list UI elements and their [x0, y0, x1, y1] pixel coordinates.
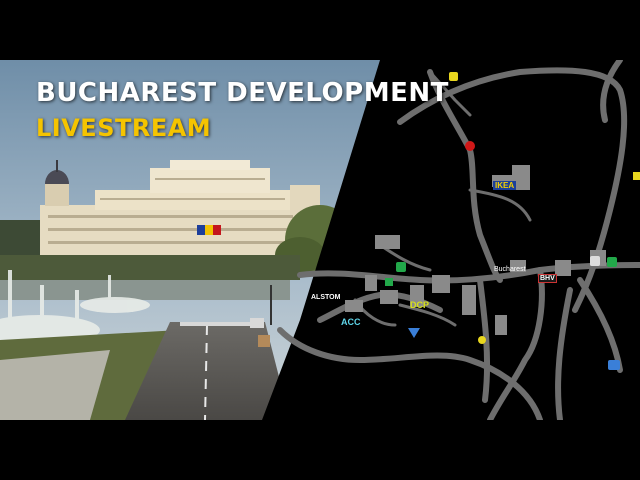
garage-icon[interactable] [396, 262, 406, 272]
road-marker-icon[interactable] [465, 141, 475, 151]
map-label-acc[interactable]: ACC [341, 317, 361, 327]
headline-line1: BUCHAREST DEVELOPMENT [36, 78, 449, 108]
map-label-dcp[interactable]: DCP [410, 300, 429, 310]
headline-line2: LIVESTREAM [36, 114, 212, 142]
map-label-alstom[interactable]: ALSTOM [311, 294, 340, 301]
map-label-ikea[interactable]: IKEA [493, 181, 517, 190]
edge-marker-icon [633, 172, 640, 180]
map-label-city: Bucharest [494, 266, 526, 273]
company-icon[interactable] [478, 336, 486, 344]
service-icon[interactable] [607, 257, 617, 267]
map-label-bhv[interactable]: BHV [538, 274, 557, 283]
parking-icon[interactable] [608, 360, 620, 370]
letterbox-top [0, 0, 640, 60]
hotel-icon[interactable] [590, 256, 600, 266]
letterbox-bottom [0, 420, 640, 480]
fuel-icon[interactable] [385, 278, 393, 286]
gas-station-icon[interactable] [449, 72, 458, 81]
